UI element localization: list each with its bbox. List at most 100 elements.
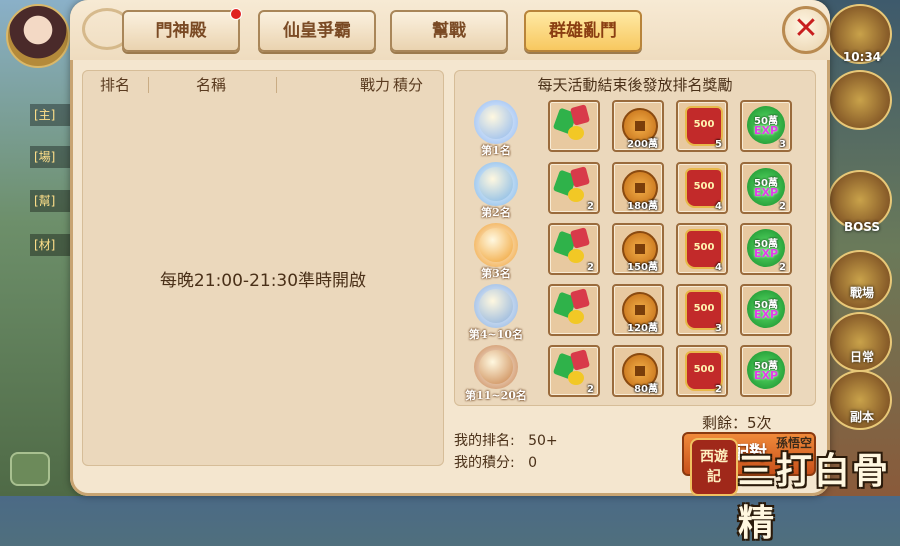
my-rank-label: 我的排名: — [454, 433, 515, 449]
exp-label: EXP — [753, 308, 779, 321]
tab-guild-war[interactable]: 幫戰 — [390, 10, 508, 52]
reward-panel: 每天活動結束後發放排名獎勵 第1名 200萬 500 5 50萬 EXP 3 第2名 2 180萬… — [454, 70, 816, 406]
my-rank: 我的排名: 50+ — [454, 430, 558, 450]
header-name: 名稱 — [195, 76, 226, 94]
header-power: 戰力 — [359, 76, 390, 94]
red-envelope-value: 500 — [693, 119, 715, 130]
silver-orb-medal-icon — [474, 284, 518, 328]
reward-item-red-bag[interactable]: 500 2 — [676, 345, 728, 397]
dialog-tab-bar: 門神殿 仙皇爭霸 幫戰 群雄亂鬥 ✕ — [70, 0, 830, 60]
reward-item-exp[interactable]: 50萬 EXP 2 — [740, 223, 792, 275]
red-envelope-value: 500 — [693, 181, 715, 192]
reward-item-gems[interactable] — [548, 284, 600, 336]
reward-item-exp[interactable]: 50萬 EXP — [740, 345, 792, 397]
reward-item-exp[interactable]: 50萬 EXP 2 — [740, 162, 792, 214]
reward-rank-label: 第11~20名 — [465, 389, 527, 402]
close-icon: ✕ — [793, 11, 819, 46]
exp-label: EXP — [753, 247, 779, 260]
reward-rank-label: 第3名 — [481, 267, 511, 280]
tab-label: 群雄亂鬥 — [549, 21, 617, 41]
ranking-table-header: 排名 名稱 戰力 積分 — [82, 70, 444, 100]
reward-item-red-bag[interactable]: 500 3 — [676, 284, 728, 336]
reward-item-red-bag[interactable]: 500 5 — [676, 100, 728, 152]
header-divider — [276, 77, 277, 93]
reward-rank-label: 第2名 — [481, 206, 511, 219]
tab-door-god-hall[interactable]: 門神殿 — [122, 8, 242, 52]
medal-core — [479, 289, 513, 323]
medal-core — [479, 167, 513, 201]
ranking-table[interactable]: 排名 名稱 戰力 積分 每晚21:00-21:30準時開啟 — [82, 70, 444, 466]
reward-item-red-bag[interactable]: 500 4 — [676, 162, 728, 214]
reward-item-coin[interactable]: 150萬 — [612, 223, 664, 275]
reward-item-count: 150萬 — [627, 262, 658, 273]
game-logo-watermark: 西遊記 孫悟空 三打白骨精 — [690, 436, 900, 544]
red-gem-icon — [569, 104, 591, 126]
exp-orb-icon: 50萬 EXP — [747, 351, 785, 389]
swirl-menu-icon[interactable] — [828, 70, 892, 130]
notification-dot-icon — [230, 8, 242, 20]
tab-free-for-all[interactable]: 群雄亂鬥 — [524, 10, 642, 52]
reward-item-coin[interactable]: 80萬 — [612, 345, 664, 397]
clock-time: 10:34 — [842, 50, 882, 64]
header-score: 積分 — [392, 76, 423, 94]
yellow-gem-icon — [568, 310, 584, 324]
battlefield-icon[interactable] — [828, 250, 892, 310]
reward-item-count: 2 — [779, 201, 786, 212]
tab-immortal-emperor[interactable]: 仙皇爭霸 — [258, 10, 376, 52]
player-avatar[interactable] — [6, 4, 70, 68]
exp-label: EXP — [753, 124, 779, 137]
reward-rank-label: 第1名 — [481, 144, 511, 157]
reward-item-gems[interactable]: 2 — [548, 162, 600, 214]
logo-seal-text: 西遊記 — [700, 449, 728, 485]
reward-item-count: 2 — [715, 384, 722, 395]
remaining-attempts: 剩餘：5次 — [702, 414, 772, 432]
reward-item-count: 4 — [715, 262, 722, 273]
reward-item-count: 2 — [779, 262, 786, 273]
yellow-gem-icon — [568, 188, 584, 202]
my-score-label: 我的積分: — [454, 455, 515, 471]
header-rank: 排名 — [99, 76, 130, 94]
logo-text: 三打白骨精 — [738, 450, 891, 544]
coin-hole — [635, 183, 645, 193]
red-gem-icon — [569, 288, 591, 310]
reward-item-coin[interactable]: 200萬 — [612, 100, 664, 152]
tab-label: 門神殿 — [155, 21, 207, 41]
crown-medal-icon — [474, 100, 518, 144]
coin-hole — [635, 121, 645, 131]
chat-bubble-icon[interactable] — [10, 452, 50, 486]
battlefield-label: 戰場 — [849, 286, 874, 300]
empty-state-message: 每晚21:00-21:30準時開啟 — [159, 271, 367, 291]
reward-item-count: 3 — [715, 323, 722, 334]
bronze-orb-medal-icon — [474, 345, 518, 389]
reward-rank-label: 第4~10名 — [468, 328, 524, 341]
reward-item-red-bag[interactable]: 500 4 — [676, 223, 728, 275]
daily-label: 日常 — [849, 350, 874, 364]
red-envelope-value: 500 — [693, 303, 715, 314]
reward-item-exp[interactable]: 50萬 EXP — [740, 284, 792, 336]
exp-orb-icon: 50萬 EXP — [747, 290, 785, 328]
reward-item-gems[interactable] — [548, 100, 600, 152]
reward-item-count: 5 — [715, 139, 722, 150]
reward-item-gems[interactable]: 2 — [548, 223, 600, 275]
close-button[interactable]: ✕ — [782, 6, 830, 54]
header-divider — [148, 77, 149, 93]
exp-label: EXP — [753, 186, 779, 199]
yellow-gem-icon — [568, 371, 584, 385]
gold-orb-medal-icon — [474, 223, 518, 267]
reward-item-gems[interactable]: 2 — [548, 345, 600, 397]
red-envelope-value: 500 — [693, 364, 715, 375]
red-gem-icon — [569, 349, 591, 371]
reward-item-count: 2 — [587, 201, 594, 212]
red-gem-icon — [569, 227, 591, 249]
reward-item-count: 4 — [715, 201, 722, 212]
yellow-gem-icon — [568, 249, 584, 263]
logo-seal: 西遊記 — [690, 438, 738, 496]
reward-item-coin[interactable]: 120萬 — [612, 284, 664, 336]
coin-hole — [635, 305, 645, 315]
reward-item-coin[interactable]: 180萬 — [612, 162, 664, 214]
medal-core — [479, 105, 513, 139]
yellow-gem-icon — [568, 126, 584, 140]
reward-item-exp[interactable]: 50萬 EXP 3 — [740, 100, 792, 152]
reward-item-count: 200萬 — [627, 139, 658, 150]
trophy-medal-icon — [474, 162, 518, 206]
